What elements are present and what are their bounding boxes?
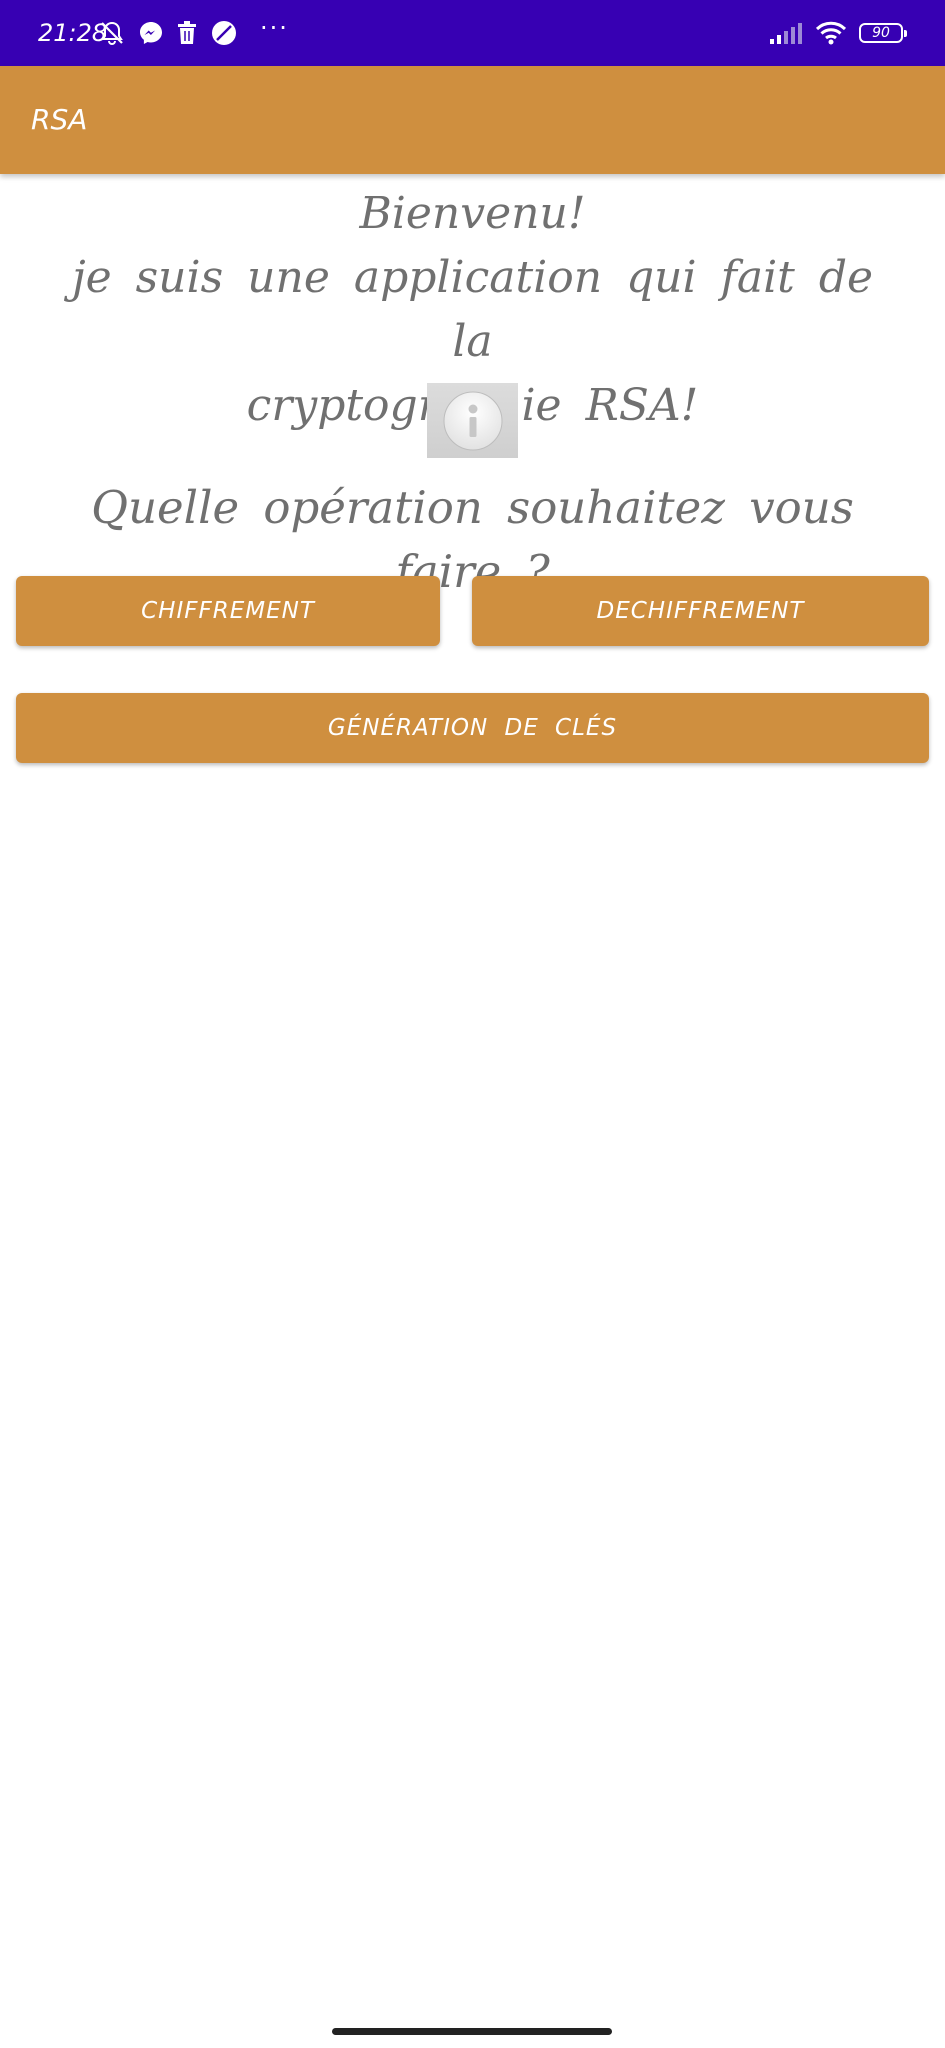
battery-level: 90: [872, 25, 890, 41]
decrypt-button[interactable]: DECHIFFREMENT: [472, 576, 929, 646]
notification-icons: ···: [98, 14, 289, 49]
muted-bell-icon: [101, 21, 123, 45]
more-notifications-indicator: ···: [260, 14, 289, 42]
info-image: [427, 383, 518, 458]
info-icon: [443, 391, 502, 450]
key-generation-button[interactable]: GÉNÉRATION DE CLÉS: [16, 693, 929, 763]
wifi-icon: [815, 21, 847, 45]
battery-icon: 90: [859, 23, 907, 43]
welcome-line-1: Bienvenu!: [359, 188, 586, 239]
app-bar: RSA: [0, 66, 945, 174]
status-bar: 21:28 ··· 90: [0, 0, 945, 66]
gesture-bar[interactable]: [332, 2028, 612, 2035]
system-icons: 90: [769, 17, 907, 49]
app-title: RSA: [31, 103, 88, 136]
welcome-line-2: je suis une application qui fait de la: [71, 252, 874, 367]
status-time: 21:28: [38, 19, 108, 47]
screen: 21:28 ··· 90 RSA Bienvenu! je suis une a…: [0, 0, 945, 2048]
messenger-icon: [140, 22, 162, 44]
encrypt-button[interactable]: CHIFFREMENT: [16, 576, 440, 646]
signal-icon: [770, 23, 802, 44]
trash-icon: [178, 21, 196, 44]
no-sign-icon: [212, 21, 236, 45]
